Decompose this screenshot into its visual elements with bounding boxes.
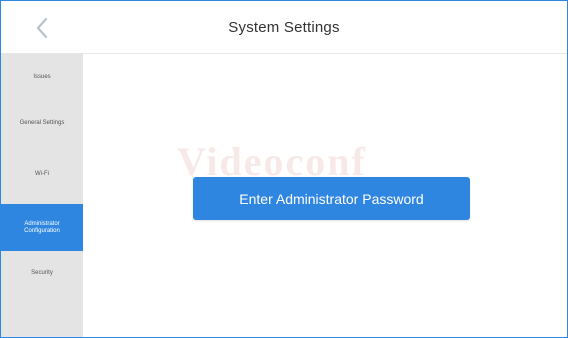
system-settings-screen: System Settings Issues General Settings … [0,0,568,338]
page-title: System Settings [228,19,340,36]
sidebar-item-label: Wi-Fi [35,170,49,177]
sidebar-item-label: Issues [33,73,51,80]
sidebar-item-label: Administrator Configuration [24,220,60,234]
sidebar-item-label: General Settings [19,119,65,126]
sidebar-item-issues[interactable]: Issues [1,64,83,90]
sidebar-item-security[interactable]: Security [1,260,83,286]
sidebar: Issues General Settings Wi-Fi Administra… [1,54,83,337]
enter-administrator-password-button[interactable]: Enter Administrator Password [193,177,470,220]
sidebar-item-label: Security [31,269,53,276]
chevron-left-icon [35,17,49,39]
sidebar-item-general-settings[interactable]: General Settings [1,106,83,140]
back-button[interactable] [27,13,57,43]
main-content: Videoconf Enter Administrator Password [83,54,567,337]
sidebar-item-administrator-configuration[interactable]: Administrator Configuration [1,204,83,251]
enter-button-label: Enter Administrator Password [239,190,424,207]
header-bar: System Settings [1,1,567,54]
sidebar-item-wifi[interactable]: Wi-Fi [1,161,83,187]
